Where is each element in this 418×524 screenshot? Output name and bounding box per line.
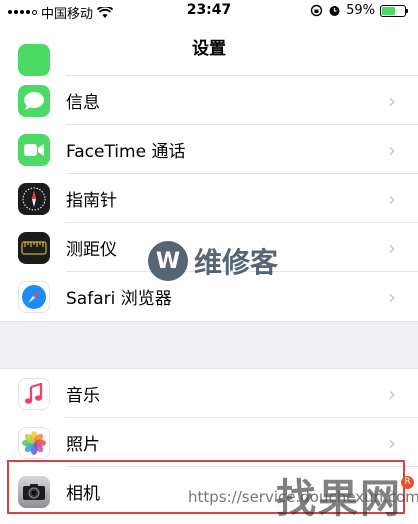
url-watermark: https://service.douchexun.com bbox=[188, 488, 418, 506]
section-gap bbox=[0, 321, 418, 369]
settings-row-facetime[interactable]: FaceTime 通话 › bbox=[0, 125, 418, 174]
orientation-lock-icon bbox=[310, 4, 323, 17]
compass-icon bbox=[18, 182, 50, 215]
partial-app-icon bbox=[18, 44, 50, 76]
navigation-bar: 设置 bbox=[0, 22, 418, 68]
messages-icon bbox=[18, 84, 50, 117]
brand-watermark: W 维修客 bbox=[148, 241, 278, 281]
row-label: 指南针 bbox=[66, 191, 117, 211]
partial-row[interactable] bbox=[0, 44, 418, 76]
settings-row-compass[interactable]: 指南针 › bbox=[0, 174, 418, 223]
row-label: FaceTime 通话 bbox=[66, 142, 186, 162]
chevron-right-icon: › bbox=[388, 430, 396, 455]
chevron-right-icon: › bbox=[388, 235, 396, 260]
chevron-right-icon: › bbox=[388, 137, 396, 162]
row-label: 照片 bbox=[66, 435, 100, 455]
settings-list: 信息 › FaceTime 通话 › 指南针 › 测距仪 › Safari 浏览… bbox=[0, 44, 418, 516]
safari-icon bbox=[18, 280, 50, 313]
registered-badge: R bbox=[401, 476, 414, 489]
row-label: 信息 bbox=[66, 93, 100, 113]
settings-row-messages[interactable]: 信息 › bbox=[0, 76, 418, 125]
chevron-right-icon: › bbox=[388, 284, 396, 309]
page-title: 设置 bbox=[192, 39, 226, 59]
row-label: 音乐 bbox=[66, 386, 100, 406]
settings-row-music[interactable]: 音乐 › bbox=[0, 369, 418, 418]
battery-percent: 59% bbox=[346, 3, 375, 18]
battery-icon bbox=[380, 4, 408, 17]
photos-icon bbox=[18, 426, 50, 459]
music-icon bbox=[18, 377, 50, 410]
brand-logo-icon: W bbox=[148, 241, 188, 281]
status-bar: 中国移动 23:47 59% bbox=[0, 0, 418, 22]
row-label: Safari 浏览器 bbox=[66, 289, 172, 309]
row-label: 测距仪 bbox=[66, 240, 117, 260]
chevron-right-icon: › bbox=[388, 186, 396, 211]
brand-text: 维修客 bbox=[194, 246, 279, 279]
status-right: 59% bbox=[310, 3, 408, 18]
battery-fill bbox=[382, 6, 395, 15]
alarm-icon bbox=[329, 6, 340, 16]
chevron-right-icon: › bbox=[388, 88, 396, 113]
facetime-icon bbox=[18, 133, 50, 166]
chevron-right-icon: › bbox=[388, 381, 396, 406]
measure-icon bbox=[18, 231, 50, 264]
